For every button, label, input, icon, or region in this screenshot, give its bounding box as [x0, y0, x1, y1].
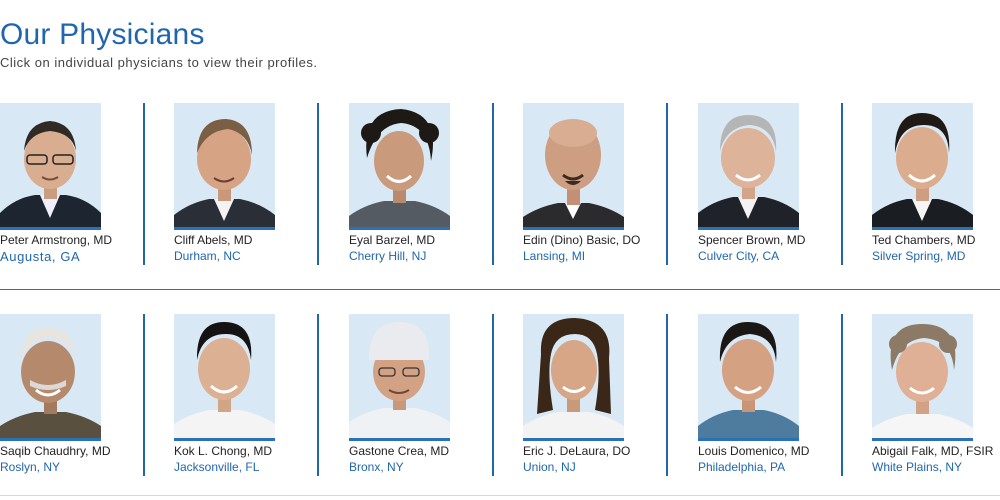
- physician-card[interactable]: Eric J. DeLaura, DO Union, NJ: [523, 314, 683, 489]
- physician-card[interactable]: Spencer Brown, MD Culver City, CA: [698, 103, 858, 278]
- physician-photo[interactable]: [174, 314, 275, 441]
- column-divider: [841, 103, 843, 265]
- physician-name[interactable]: Kok L. Chong, MD: [174, 444, 272, 458]
- column-divider: [492, 103, 494, 265]
- physician-card[interactable]: Edin (Dino) Basic, DO Lansing, MI: [523, 103, 683, 278]
- physician-photo[interactable]: [872, 103, 973, 230]
- physician-name[interactable]: Abigail Falk, MD, FSIR: [872, 444, 993, 458]
- physician-location[interactable]: Philadelphia, PA: [698, 460, 785, 474]
- physician-location[interactable]: Cherry Hill, NJ: [349, 249, 426, 263]
- physician-location[interactable]: Bronx, NY: [349, 460, 404, 474]
- column-divider: [666, 314, 668, 476]
- physician-location[interactable]: Lansing, MI: [523, 249, 585, 263]
- physician-location[interactable]: Silver Spring, MD: [872, 249, 965, 263]
- physician-card[interactable]: Kok L. Chong, MD Jacksonville, FL: [174, 314, 334, 489]
- physician-location[interactable]: Culver City, CA: [698, 249, 779, 263]
- physician-card[interactable]: Saqib Chaudhry, MD Roslyn, NY: [0, 314, 160, 489]
- physician-name[interactable]: Spencer Brown, MD: [698, 233, 805, 247]
- physician-name[interactable]: Cliff Abels, MD: [174, 233, 252, 247]
- physician-location[interactable]: White Plains, NY: [872, 460, 962, 474]
- physician-name[interactable]: Eric J. DeLaura, DO: [523, 444, 630, 458]
- physician-photo[interactable]: [523, 314, 624, 441]
- physician-location[interactable]: Union, NJ: [523, 460, 576, 474]
- physician-name[interactable]: Louis Domenico, MD: [698, 444, 809, 458]
- column-divider: [143, 103, 145, 265]
- column-divider: [841, 314, 843, 476]
- page-subtitle: Click on individual physicians to view t…: [0, 55, 318, 70]
- bottom-divider: [0, 495, 1000, 496]
- physician-name[interactable]: Ted Chambers, MD: [872, 233, 975, 247]
- page-title: Our Physicians: [0, 18, 205, 51]
- column-divider: [492, 314, 494, 476]
- physician-photo[interactable]: [0, 103, 101, 230]
- column-divider: [666, 103, 668, 265]
- physician-card[interactable]: Ted Chambers, MD Silver Spring, MD: [872, 103, 1000, 278]
- physician-row-1: Peter Armstrong, MD Augusta, GA Cliff Ab…: [0, 103, 1000, 283]
- physician-name[interactable]: Gastone Crea, MD: [349, 444, 449, 458]
- column-divider: [317, 103, 319, 265]
- physician-photo[interactable]: [523, 103, 624, 230]
- physician-photo[interactable]: [349, 314, 450, 441]
- physician-name[interactable]: Peter Armstrong, MD: [0, 233, 112, 247]
- physician-location[interactable]: Jacksonville, FL: [174, 460, 259, 474]
- physician-card[interactable]: Abigail Falk, MD, FSIR White Plains, NY: [872, 314, 1000, 489]
- physician-location[interactable]: Durham, NC: [174, 249, 241, 263]
- physician-card[interactable]: Gastone Crea, MD Bronx, NY: [349, 314, 509, 489]
- column-divider: [143, 314, 145, 476]
- physician-photo[interactable]: [174, 103, 275, 230]
- physician-photo[interactable]: [872, 314, 973, 441]
- physician-card[interactable]: Eyal Barzel, MD Cherry Hill, NJ: [349, 103, 509, 278]
- physician-photo[interactable]: [698, 103, 799, 230]
- physician-photo[interactable]: [349, 103, 450, 230]
- physician-name[interactable]: Edin (Dino) Basic, DO: [523, 233, 640, 247]
- physician-name[interactable]: Saqib Chaudhry, MD: [0, 444, 111, 458]
- physician-photo[interactable]: [0, 314, 101, 441]
- physician-card[interactable]: Peter Armstrong, MD Augusta, GA: [0, 103, 160, 278]
- physician-card[interactable]: Cliff Abels, MD Durham, NC: [174, 103, 334, 278]
- physician-location[interactable]: Augusta, GA: [0, 249, 80, 264]
- physician-name[interactable]: Eyal Barzel, MD: [349, 233, 435, 247]
- physician-location[interactable]: Roslyn, NY: [0, 460, 60, 474]
- row-divider: [0, 289, 1000, 290]
- physician-row-2: Saqib Chaudhry, MD Roslyn, NY Kok L. Cho…: [0, 314, 1000, 494]
- physician-photo[interactable]: [698, 314, 799, 441]
- physician-card[interactable]: Louis Domenico, MD Philadelphia, PA: [698, 314, 858, 489]
- column-divider: [317, 314, 319, 476]
